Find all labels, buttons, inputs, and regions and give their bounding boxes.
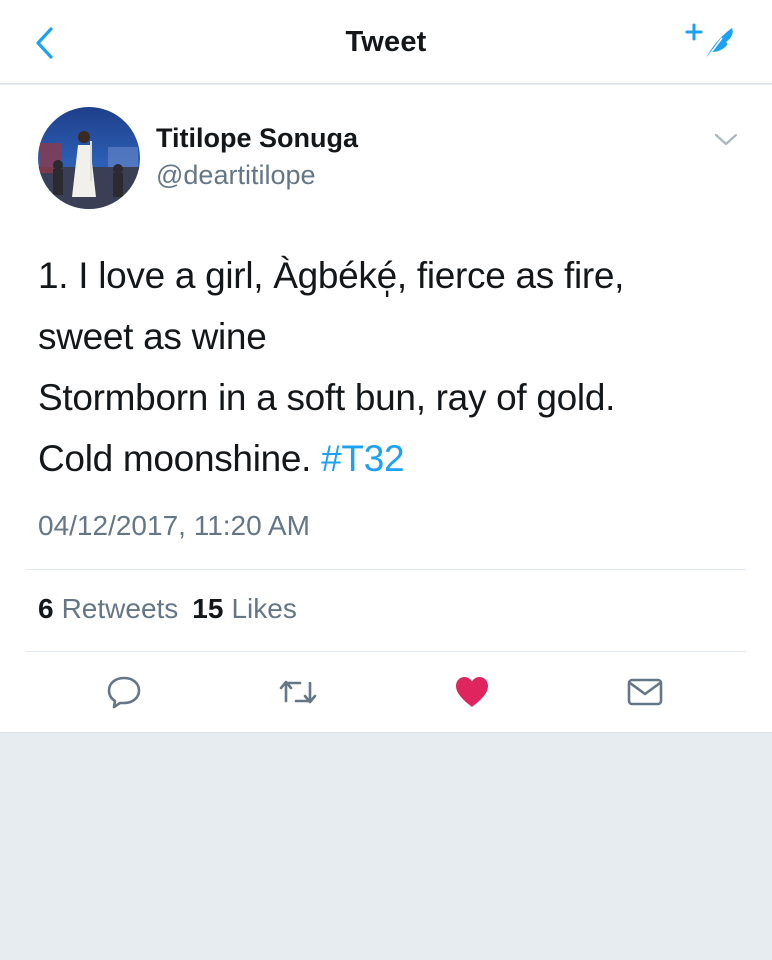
retweet-button[interactable] <box>276 671 320 713</box>
avatar-image <box>38 107 140 209</box>
tweet-text-line-last: Cold moonshine. #T32 <box>38 428 738 489</box>
avatar[interactable] <box>38 107 140 209</box>
tweet-text-line: Cold moonshine. <box>38 438 312 479</box>
likes-label: Likes <box>231 593 297 624</box>
tweet-text-line: 1. I love a girl, Àgbéké̩, fierce as fir… <box>38 255 625 296</box>
share-via-message-button[interactable] <box>623 671 667 713</box>
divider <box>26 651 746 652</box>
page-title: Tweet <box>345 26 427 58</box>
chevron-down-icon <box>714 133 738 146</box>
compose-tweet-icon <box>685 23 733 63</box>
retweets-stat[interactable]: 6 Retweets <box>38 593 178 625</box>
tweet-options-button[interactable] <box>708 125 744 155</box>
hashtag-link[interactable]: #T32 <box>321 438 404 479</box>
like-button[interactable] <box>450 671 494 713</box>
tweet-timestamp: 04/12/2017, 11:20 AM <box>38 510 310 541</box>
tweet-action-bar <box>0 671 772 713</box>
author-handle[interactable]: @deartitilope <box>156 160 316 191</box>
tweet-text-line: sweet as wine <box>38 316 267 357</box>
tweet-card: Titilope Sonuga @deartitilope 1. I love … <box>0 85 772 733</box>
reply-button[interactable] <box>102 671 146 713</box>
likes-count: 15 <box>192 593 224 624</box>
tweet-text: 1. I love a girl, Àgbéké̩, fierce as fir… <box>38 245 738 489</box>
heart-icon <box>456 677 488 707</box>
engagement-stats: 6 Retweets 15 Likes <box>38 593 297 625</box>
reply-icon <box>107 676 141 709</box>
retweet-icon <box>279 680 317 704</box>
top-nav-bar: Tweet <box>0 0 772 84</box>
author-display-name[interactable]: Titilope Sonuga <box>156 123 358 154</box>
divider <box>26 569 746 570</box>
retweets-label: Retweets <box>61 593 179 624</box>
likes-stat[interactable]: 15 Likes <box>192 593 297 625</box>
retweets-count: 6 <box>38 593 54 624</box>
compose-tweet-button[interactable] <box>684 22 740 66</box>
envelope-icon <box>627 678 663 706</box>
tweet-text-line: Stormborn in a soft bun, ray of gold. <box>38 377 616 418</box>
